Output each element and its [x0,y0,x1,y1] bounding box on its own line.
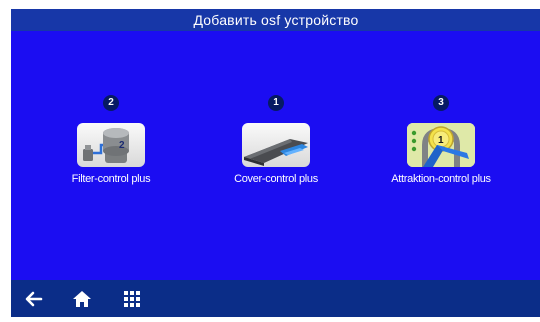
title-bar: Добавить osf устройство [11,9,540,31]
page-title: Добавить osf устройство [193,12,359,28]
filter-tile-number: 2 [119,140,125,151]
bottom-nav-bar [11,280,540,317]
device-count-badge: 3 [433,95,449,111]
device-count-badge: 2 [103,95,119,111]
grid-menu-icon[interactable] [121,288,143,310]
device-label: Attraktion-control plus [391,173,491,185]
device-label: Filter-control plus [71,173,151,185]
device-screen: Добавить osf устройство 2 2 Filter-contr… [11,9,540,317]
device-count-badge: 1 [268,95,284,111]
cover-icon [242,123,310,167]
back-arrow-icon[interactable] [23,288,45,310]
home-icon[interactable] [71,288,93,310]
device-filter-control-plus[interactable]: 2 2 Filter-control plus [31,95,191,205]
device-label: Cover-control plus [234,173,318,185]
attraction-tile-number: 1 [438,135,444,146]
device-attraktion-control-plus[interactable]: 3 1 Attraktion-control plus [361,95,521,205]
attraction-icon: 1 [407,123,475,167]
filter-icon: 2 [77,123,145,167]
device-cover-control-plus[interactable]: 1 Cover-control plus [196,95,356,205]
